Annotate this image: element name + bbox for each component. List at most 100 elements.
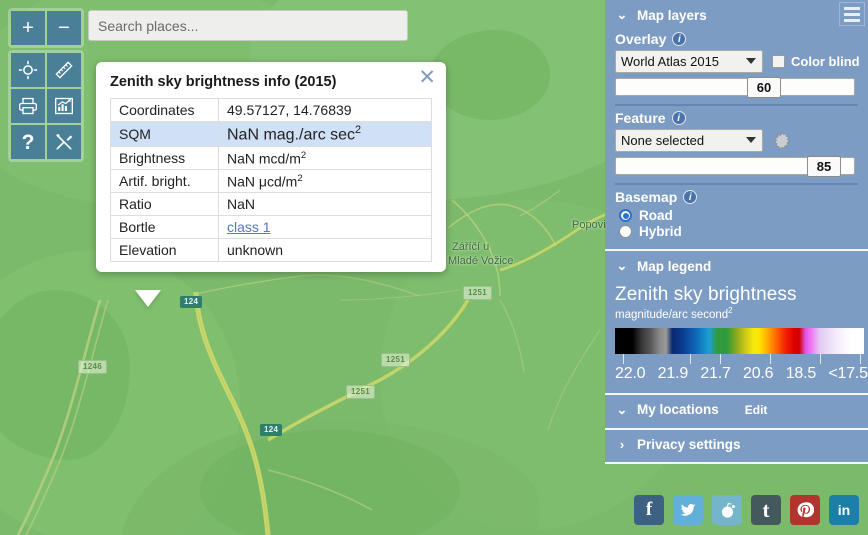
facebook-button[interactable]: f bbox=[634, 495, 664, 525]
pinterest-icon bbox=[797, 502, 814, 518]
legend-tick-label: <17.5 bbox=[828, 364, 868, 382]
overlay-select-wrap: World Atlas 2015 bbox=[615, 50, 763, 73]
chevron-down-icon: ⌄ bbox=[616, 7, 628, 22]
measure-button[interactable] bbox=[47, 53, 81, 87]
reddit-button[interactable] bbox=[712, 495, 742, 525]
superscript: 2 bbox=[297, 173, 303, 184]
overlay-controls: World Atlas 2015 Color blind bbox=[615, 50, 860, 73]
zoom-out-button[interactable]: − bbox=[47, 11, 81, 45]
section-my-locations: ⌄ My locations Edit bbox=[605, 394, 868, 430]
info-icon[interactable]: i bbox=[683, 190, 698, 204]
tools-icon bbox=[56, 133, 73, 150]
basemap-label-row: Basemap i bbox=[615, 189, 860, 205]
superscript: 2 bbox=[355, 124, 362, 136]
row-value: 49.57127, 14.76839 bbox=[218, 98, 432, 122]
map-legend-header[interactable]: ⌄ Map legend bbox=[613, 254, 860, 278]
map-place-label: Popovi bbox=[572, 219, 606, 231]
locate-button[interactable] bbox=[11, 53, 45, 87]
privacy-settings-header[interactable]: › Privacy settings bbox=[613, 433, 860, 456]
facebook-icon: f bbox=[645, 499, 653, 520]
chevron-down-icon: ⌄ bbox=[616, 258, 628, 273]
table-row: Brightness NaN mcd/m2 bbox=[110, 146, 432, 171]
zoom-in-button[interactable]: + bbox=[11, 11, 45, 45]
legend-tick-label: 21.7 bbox=[700, 364, 731, 382]
reddit-icon bbox=[721, 502, 735, 518]
locate-icon bbox=[18, 60, 38, 80]
search-input[interactable] bbox=[88, 10, 408, 41]
tumblr-button[interactable]: t bbox=[751, 495, 781, 525]
row-value: NaN bbox=[218, 192, 432, 217]
legend-tick-label: 21.9 bbox=[657, 364, 689, 382]
road-shield: 1251 bbox=[381, 353, 410, 367]
map-layers-title: Map layers bbox=[637, 7, 707, 23]
help-button[interactable]: ? bbox=[11, 125, 45, 159]
feature-select[interactable]: None selected bbox=[615, 129, 763, 152]
minus-icon: − bbox=[58, 17, 70, 39]
row-value: NaN μcd/m2 bbox=[218, 169, 432, 194]
info-icon[interactable]: i bbox=[672, 32, 687, 46]
row-key: Coordinates bbox=[110, 98, 219, 122]
color-blind-checkbox[interactable]: Color blind bbox=[772, 54, 860, 69]
basemap-option-hybrid[interactable]: Hybrid bbox=[619, 224, 860, 239]
row-key: Bortle bbox=[110, 215, 219, 240]
feature-controls: None selected bbox=[615, 129, 860, 152]
social-share-buttons: f t in bbox=[634, 495, 859, 525]
twitter-icon bbox=[680, 503, 696, 516]
superscript: 2 bbox=[300, 150, 307, 161]
feature-opacity-slider[interactable]: 85 bbox=[615, 156, 855, 177]
divider bbox=[615, 183, 858, 185]
info-table: Coordinates 49.57127, 14.76839 SQM NaN m… bbox=[110, 98, 432, 263]
popup-title: Zenith sky brightness info (2015) bbox=[110, 74, 337, 90]
chevron-right-icon: › bbox=[619, 436, 625, 452]
table-row: Bortle class 1 bbox=[110, 215, 432, 240]
linkedin-button[interactable]: in bbox=[829, 495, 859, 525]
road-shield: 1251 bbox=[346, 385, 375, 399]
legend-heading: Zenith sky brightness bbox=[615, 284, 797, 305]
slider-handle[interactable]: 85 bbox=[807, 156, 841, 177]
basemap-hybrid-label: Hybrid bbox=[639, 224, 682, 239]
map-place-label: Záříčí u bbox=[452, 241, 490, 253]
legend-tick-label: 20.6 bbox=[743, 364, 774, 382]
table-row: Coordinates 49.57127, 14.76839 bbox=[110, 98, 432, 122]
basemap-road-label: Road bbox=[639, 208, 673, 223]
table-row: Artif. bright. NaN μcd/m2 bbox=[110, 169, 432, 194]
tools-button[interactable] bbox=[47, 125, 81, 159]
legend-tick-labels: 22.0 21.9 21.7 20.6 18.5 <17.5 bbox=[615, 365, 868, 383]
legend-subheading: magnitude/arc second2 bbox=[615, 306, 733, 321]
close-icon[interactable]: ✕ bbox=[418, 67, 436, 88]
pinterest-button[interactable] bbox=[790, 495, 820, 525]
map-layers-header[interactable]: ⌄ Map layers bbox=[613, 3, 860, 27]
basemap-option-road[interactable]: Road bbox=[619, 208, 860, 223]
map-application: Záříčí u Mladé Vožice Popovi 124 124 125… bbox=[0, 0, 868, 535]
checkbox-box bbox=[772, 55, 785, 68]
my-locations-title: My locations bbox=[637, 402, 719, 418]
bortle-class-link[interactable]: class 1 bbox=[227, 219, 271, 235]
row-value: NaN mcd/m2 bbox=[218, 146, 432, 171]
privacy-settings-title: Privacy settings bbox=[637, 436, 741, 452]
row-value: class 1 bbox=[218, 215, 432, 240]
statistics-button[interactable] bbox=[47, 89, 81, 123]
road-shield: 124 bbox=[180, 296, 203, 308]
legend-ticks bbox=[615, 353, 864, 365]
table-row: SQM NaN mag./arc sec2 bbox=[110, 120, 432, 148]
slider-handle[interactable]: 60 bbox=[747, 77, 781, 98]
overlay-select[interactable]: World Atlas 2015 bbox=[615, 50, 763, 73]
section-privacy-settings: › Privacy settings bbox=[605, 429, 868, 464]
overlay-opacity-slider[interactable]: 60 bbox=[615, 77, 855, 98]
my-locations-header[interactable]: ⌄ My locations Edit bbox=[613, 398, 860, 422]
twitter-button[interactable] bbox=[673, 495, 703, 525]
gear-icon[interactable] bbox=[772, 130, 792, 151]
info-popup: ✕ Zenith sky brightness info (2015) Coor… bbox=[96, 62, 446, 273]
print-button[interactable] bbox=[11, 89, 45, 123]
row-key: Brightness bbox=[110, 146, 219, 171]
color-blind-label: Color blind bbox=[791, 54, 860, 69]
radio-unselected-icon bbox=[619, 225, 632, 238]
legend-tick-label: 18.5 bbox=[785, 364, 817, 382]
edit-locations-link[interactable]: Edit bbox=[745, 403, 768, 417]
map-legend-title: Map legend bbox=[637, 258, 712, 274]
info-icon[interactable]: i bbox=[671, 111, 686, 125]
divider bbox=[615, 104, 858, 106]
hamburger-menu-icon[interactable] bbox=[839, 2, 865, 26]
plus-icon: + bbox=[22, 17, 34, 39]
table-row: Elevation unknown bbox=[110, 238, 432, 263]
